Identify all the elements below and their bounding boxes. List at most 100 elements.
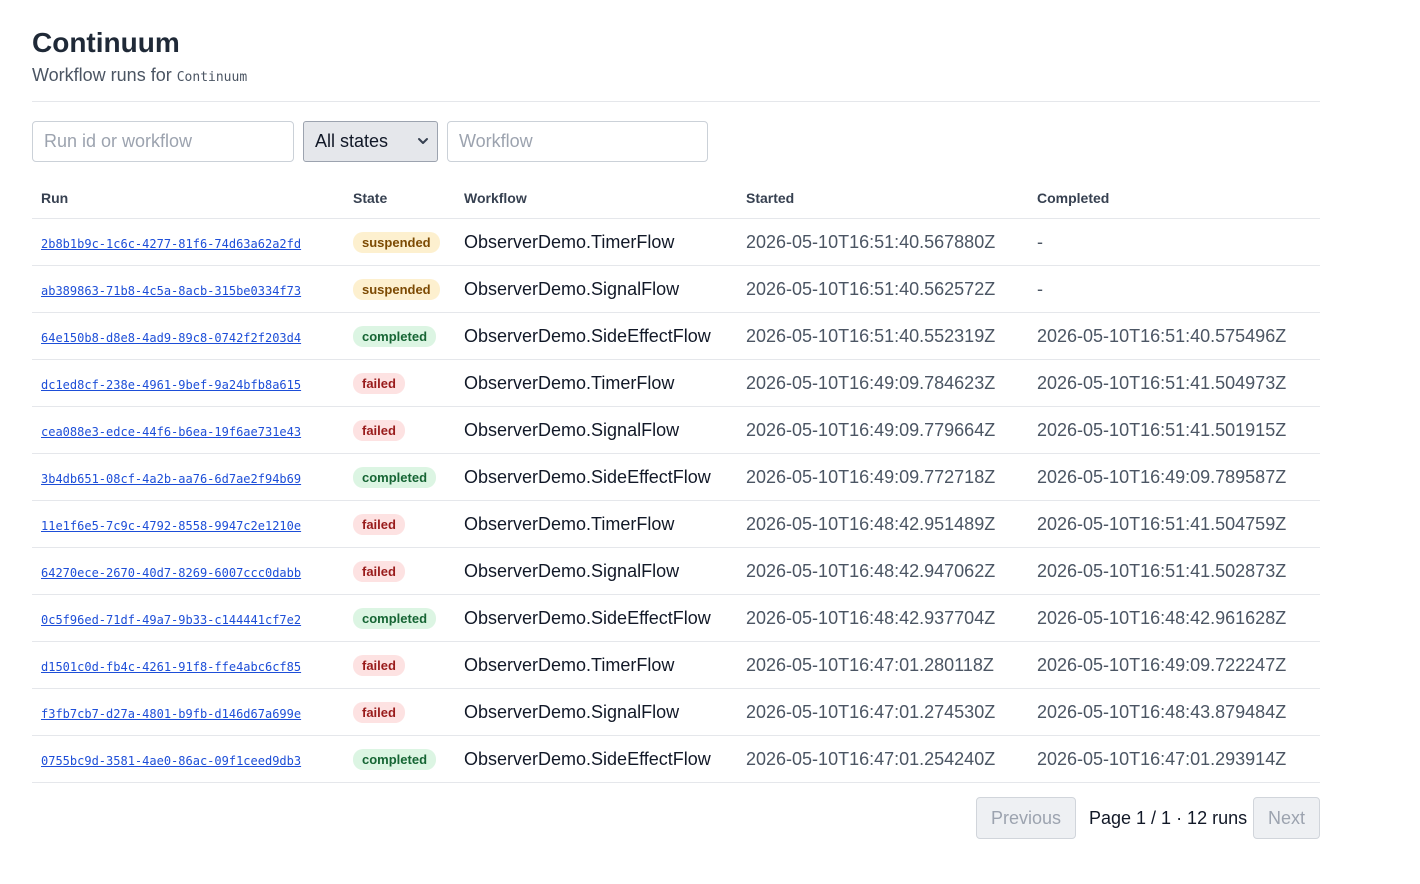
run-id-link[interactable]: dc1ed8cf-238e-4961-9bef-9a24bfb8a615 <box>41 378 301 392</box>
page-title: Continuum <box>32 27 180 58</box>
table-row: 0755bc9d-3581-4ae0-86ac-09f1ceed9db3 comp… <box>32 735 1320 783</box>
workflow-cell: ObserverDemo.SignalFlow <box>455 265 737 313</box>
workflow-cell: ObserverDemo.TimerFlow <box>455 641 737 689</box>
table-row: 3b4db651-08cf-4a2b-aa76-6d7ae2f94b69 comp… <box>32 453 1320 501</box>
completed-cell: 2026-05-10T16:49:09.789587Z <box>1028 453 1320 501</box>
workflow-cell: ObserverDemo.TimerFlow <box>455 500 737 548</box>
completed-cell: 2026-05-10T16:51:41.504973Z <box>1028 359 1320 407</box>
state-cell: completed <box>344 735 455 783</box>
run-cell: 0755bc9d-3581-4ae0-86ac-09f1ceed9db3 <box>32 735 344 783</box>
pagination: Previous Page 1 / 1 · 12 runs Next <box>32 797 1320 839</box>
run-cell: 3b4db651-08cf-4a2b-aa76-6d7ae2f94b69 <box>32 453 344 501</box>
state-select-value: All states <box>315 131 389 151</box>
run-cell: cea088e3-edce-44f6-b6ea-19f6ae731e43 <box>32 406 344 454</box>
workflow-cell: ObserverDemo.SignalFlow <box>455 688 737 736</box>
state-cell: completed <box>344 312 455 360</box>
completed-cell: - <box>1028 265 1320 313</box>
state-badge: failed <box>353 655 405 676</box>
completed-cell: 2026-05-10T16:49:09.722247Z <box>1028 641 1320 689</box>
run-cell: ab389863-71b8-4c5a-8acb-315be0334f73 <box>32 265 344 313</box>
workflow-cell: ObserverDemo.SignalFlow <box>455 547 737 595</box>
run-id-link[interactable]: 2b8b1b9c-1c6c-4277-81f6-74d63a62a2fd <box>41 237 301 251</box>
state-cell: suspended <box>344 265 455 313</box>
run-cell: 64270ece-2670-40d7-8269-6007ccc0dabb <box>32 547 344 595</box>
run-id-link[interactable]: f3fb7cb7-d27a-4801-b9fb-d146d67a699e <box>41 707 301 721</box>
run-id-link[interactable]: ab389863-71b8-4c5a-8acb-315be0334f73 <box>41 284 301 298</box>
run-id-link[interactable]: d1501c0d-fb4c-4261-91f8-ffe4abc6cf85 <box>41 660 301 674</box>
run-cell: 11e1f6e5-7c9c-4792-8558-9947c2e1210e <box>32 500 344 548</box>
table-row: 0c5f96ed-71df-49a7-9b33-c144441cf7e2 comp… <box>32 594 1320 642</box>
run-cell: d1501c0d-fb4c-4261-91f8-ffe4abc6cf85 <box>32 641 344 689</box>
started-cell: 2026-05-10T16:51:40.552319Z <box>737 312 1028 360</box>
started-cell: 2026-05-10T16:49:09.784623Z <box>737 359 1028 407</box>
state-cell: failed <box>344 547 455 595</box>
workflow-cell: ObserverDemo.TimerFlow <box>455 359 737 407</box>
completed-cell: 2026-05-10T16:47:01.293914Z <box>1028 735 1320 783</box>
completed-cell: 2026-05-10T16:51:41.502873Z <box>1028 547 1320 595</box>
next-button[interactable]: Next <box>1253 797 1320 839</box>
started-cell: 2026-05-10T16:49:09.772718Z <box>737 453 1028 501</box>
table-row: 64e150b8-d8e8-4ad9-89c8-0742f2f203d4 comp… <box>32 312 1320 360</box>
workflow-cell: ObserverDemo.TimerFlow <box>455 218 737 266</box>
table-row: cea088e3-edce-44f6-b6ea-19f6ae731e43 fail… <box>32 406 1320 454</box>
state-badge: completed <box>353 326 437 347</box>
started-cell: 2026-05-10T16:51:40.562572Z <box>737 265 1028 313</box>
state-badge: failed <box>353 420 405 441</box>
run-id-link[interactable]: 0755bc9d-3581-4ae0-86ac-09f1ceed9db3 <box>41 754 301 768</box>
completed-cell: 2026-05-10T16:51:40.575496Z <box>1028 312 1320 360</box>
state-badge: failed <box>353 561 405 582</box>
subtitle-code: Continuum <box>176 70 248 85</box>
run-cell: dc1ed8cf-238e-4961-9bef-9a24bfb8a615 <box>32 359 344 407</box>
table-body: 2b8b1b9c-1c6c-4277-81f6-74d63a62a2fd susp… <box>32 218 1320 783</box>
state-cell: failed <box>344 641 455 689</box>
run-id-link[interactable]: 64270ece-2670-40d7-8269-6007ccc0dabb <box>41 566 301 580</box>
completed-cell: 2026-05-10T16:48:42.961628Z <box>1028 594 1320 642</box>
workflow-cell: ObserverDemo.SideEffectFlow <box>455 594 737 642</box>
state-badge: suspended <box>353 232 440 253</box>
completed-cell: 2026-05-10T16:51:41.501915Z <box>1028 406 1320 454</box>
started-cell: 2026-05-10T16:47:01.280118Z <box>737 641 1028 689</box>
state-select[interactable]: All states <box>303 121 438 162</box>
state-badge: failed <box>353 514 405 535</box>
run-id-link[interactable]: 11e1f6e5-7c9c-4792-8558-9947c2e1210e <box>41 519 301 533</box>
workflow-cell: ObserverDemo.SideEffectFlow <box>455 453 737 501</box>
state-badge: suspended <box>353 279 440 300</box>
state-badge: failed <box>353 702 405 723</box>
state-cell: failed <box>344 406 455 454</box>
page-info: Page 1 / 1 · 12 runs <box>1089 808 1248 828</box>
table-row: d1501c0d-fb4c-4261-91f8-ffe4abc6cf85 fail… <box>32 641 1320 689</box>
state-cell: suspended <box>344 218 455 266</box>
started-cell: 2026-05-10T16:48:42.947062Z <box>737 547 1028 595</box>
page-subtitle: Workflow runs for Continuum <box>32 64 247 89</box>
workflow-cell: ObserverDemo.SideEffectFlow <box>455 735 737 783</box>
chevron-down-icon <box>418 138 428 144</box>
state-cell: failed <box>344 359 455 407</box>
run-id-link[interactable]: 0c5f96ed-71df-49a7-9b33-c144441cf7e2 <box>41 613 301 627</box>
table-row: 2b8b1b9c-1c6c-4277-81f6-74d63a62a2fd susp… <box>32 218 1320 266</box>
state-cell: completed <box>344 594 455 642</box>
run-id-link[interactable]: 64e150b8-d8e8-4ad9-89c8-0742f2f203d4 <box>41 331 301 345</box>
column-header-run: Run <box>32 178 344 219</box>
column-header-workflow: Workflow <box>455 178 737 219</box>
completed-cell: - <box>1028 218 1320 266</box>
started-cell: 2026-05-10T16:49:09.779664Z <box>737 406 1028 454</box>
run-id-link[interactable]: 3b4db651-08cf-4a2b-aa76-6d7ae2f94b69 <box>41 472 301 486</box>
previous-button[interactable]: Previous <box>976 797 1076 839</box>
state-badge: completed <box>353 608 437 629</box>
search-input[interactable] <box>32 121 294 162</box>
column-header-started: Started <box>737 178 1028 219</box>
table-row: 11e1f6e5-7c9c-4792-8558-9947c2e1210e fail… <box>32 500 1320 548</box>
state-badge: failed <box>353 373 405 394</box>
completed-cell: 2026-05-10T16:48:43.879484Z <box>1028 688 1320 736</box>
started-cell: 2026-05-10T16:51:40.567880Z <box>737 218 1028 266</box>
table-row: dc1ed8cf-238e-4961-9bef-9a24bfb8a615 fail… <box>32 359 1320 407</box>
started-cell: 2026-05-10T16:48:42.951489Z <box>737 500 1028 548</box>
workflow-cell: ObserverDemo.SideEffectFlow <box>455 312 737 360</box>
workflow-filter-input[interactable] <box>447 121 708 162</box>
state-badge: completed <box>353 749 437 770</box>
state-cell: completed <box>344 453 455 501</box>
table-row: ab389863-71b8-4c5a-8acb-315be0334f73 susp… <box>32 265 1320 313</box>
started-cell: 2026-05-10T16:48:42.937704Z <box>737 594 1028 642</box>
run-id-link[interactable]: cea088e3-edce-44f6-b6ea-19f6ae731e43 <box>41 425 301 439</box>
column-header-state: State <box>344 178 455 219</box>
